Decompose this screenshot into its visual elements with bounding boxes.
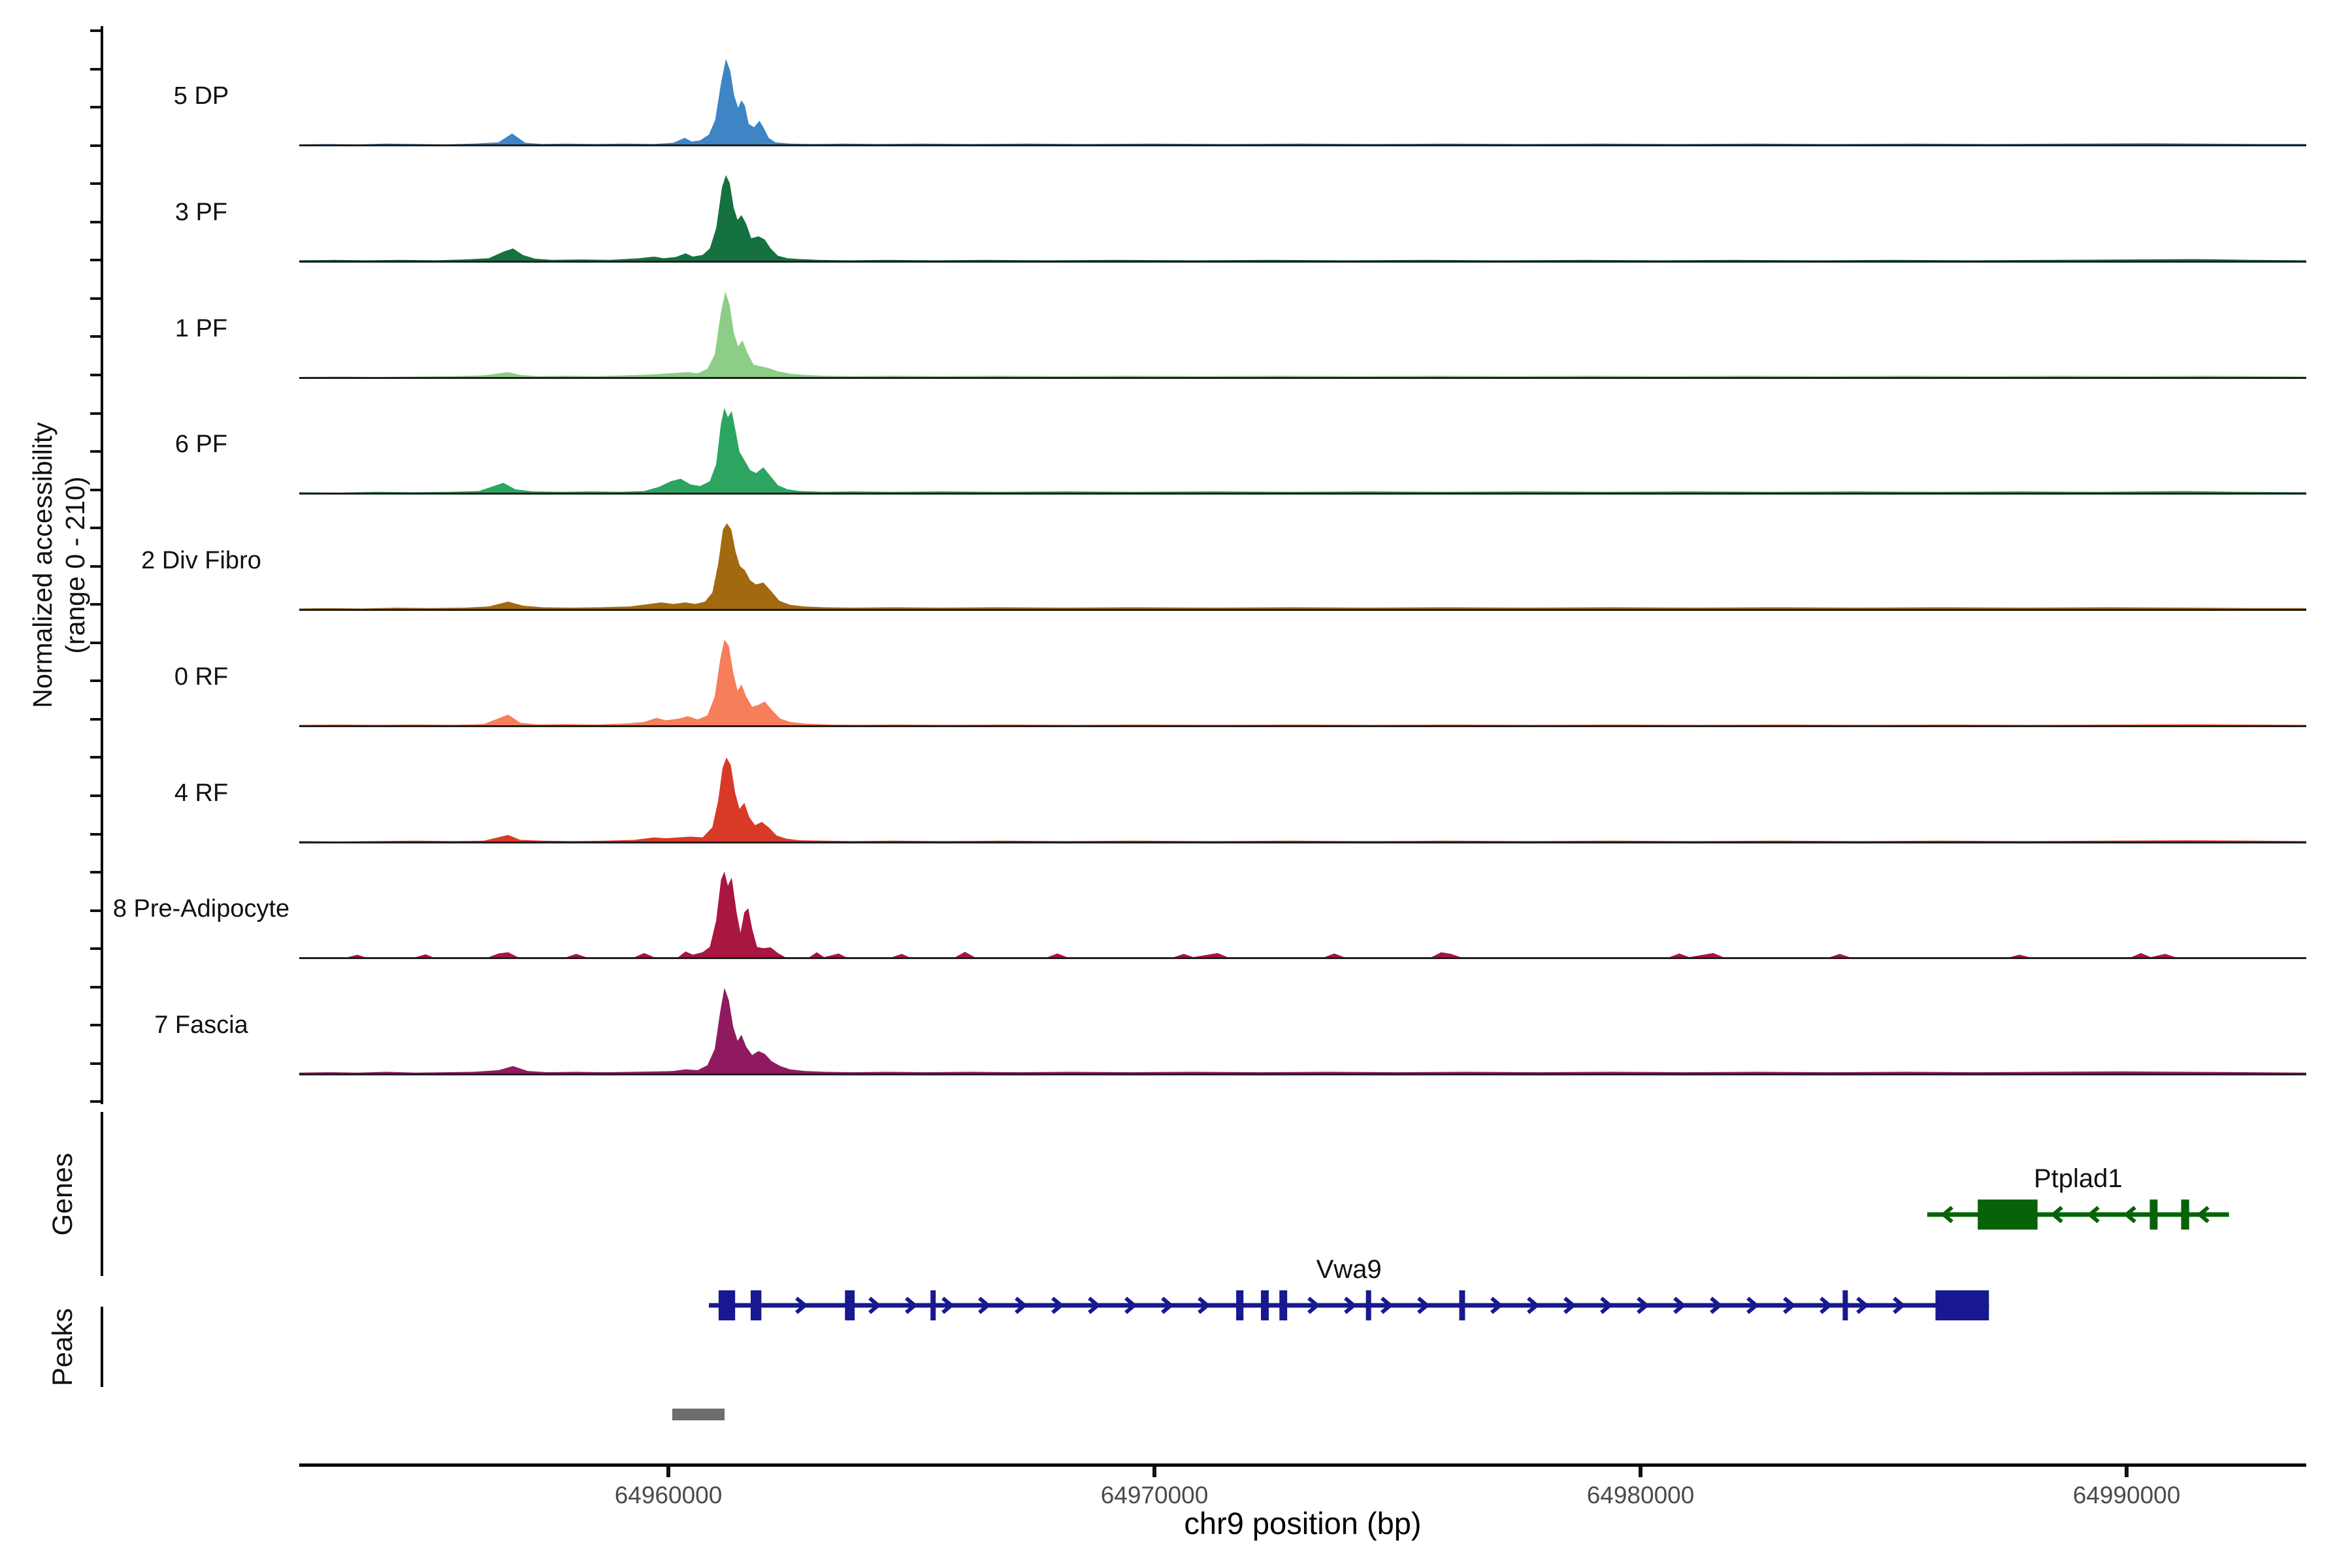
genome-browser-figure: Normalized accessibility (range 0 - 210)… (0, 0, 2352, 1568)
accessibility-axis-tick (90, 374, 101, 376)
accessibility-axis-tick (90, 642, 101, 644)
coverage-track-area (299, 279, 2306, 377)
x-axis-tick (666, 1467, 670, 1477)
coverage-track-area (299, 46, 2306, 144)
gene-label: Ptplad1 (2034, 1164, 2123, 1193)
accessibility-axis-tick (90, 1062, 101, 1065)
gene-Vwa9: Vwa9 (709, 1255, 1989, 1320)
accessibility-axis-tick (90, 106, 101, 108)
accessibility-axis-tick (90, 29, 101, 32)
accessibility-axis-tick (90, 489, 101, 491)
accessibility-axis-tick (90, 182, 101, 185)
x-axis-tick (1639, 1467, 1642, 1477)
track-baseline (299, 377, 2306, 379)
track-baseline (299, 493, 2306, 495)
peaks-section-label: Peaks (47, 1217, 84, 1478)
coverage-track-area (299, 975, 2306, 1073)
accessibility-axis-tick (90, 833, 101, 836)
accessibility-axis-tick (90, 565, 101, 568)
accessibility-axis-tick (90, 794, 101, 797)
gene-label: Vwa9 (1316, 1255, 1382, 1284)
track-baseline (299, 841, 2306, 843)
accessibility-axis-tick (90, 1024, 101, 1026)
coverage-track-area (299, 859, 2306, 957)
accessibility-axis-tick (90, 259, 101, 261)
accessibility-axis-tick (90, 871, 101, 874)
accessibility-axis-tick (90, 603, 101, 606)
coverage-track-area (299, 395, 2306, 493)
accessibility-axis-tick (90, 718, 101, 721)
accessibility-axis-tick (90, 450, 101, 453)
x-axis-line (299, 1463, 2306, 1467)
accessibility-axis-tick (90, 68, 101, 71)
accessibility-axis-tick (90, 527, 101, 529)
accessibility-axis-tick (90, 335, 101, 338)
accessibility-axis-tick (90, 909, 101, 912)
gene-Ptplad1: Ptplad1 (1927, 1164, 2229, 1230)
accessibility-axis-tick (90, 679, 101, 682)
track-baseline (299, 609, 2306, 611)
accessibility-axis-tick (90, 756, 101, 759)
track-baseline (299, 725, 2306, 727)
accessibility-axis-tick (90, 221, 101, 223)
track-baseline (299, 261, 2306, 263)
coverage-track-area (299, 163, 2306, 261)
track-baseline (299, 144, 2306, 146)
peak-region-bar (672, 1409, 725, 1420)
x-axis-tick (1152, 1467, 1156, 1477)
accessibility-axis-tick (90, 297, 101, 300)
accessibility-axis-tick (90, 1100, 101, 1103)
accessibility-axis-tick (90, 986, 101, 988)
coverage-track-area (299, 511, 2306, 609)
genes-axis-line (101, 1112, 103, 1276)
x-axis-tick (2125, 1467, 2129, 1477)
track-baseline (299, 957, 2306, 959)
x-axis-title: chr9 position (bp) (299, 1505, 2306, 1541)
peaks-axis-line (101, 1307, 103, 1387)
accessibility-axis-tick (90, 412, 101, 415)
accessibility-axis-tick (90, 144, 101, 147)
coverage-track-area (299, 627, 2306, 725)
coverage-track-area (299, 743, 2306, 841)
y-axis-label-line1: Normalized accessibility (26, 238, 59, 892)
track-baseline (299, 1073, 2306, 1075)
gene-models: Vwa9 Ptplad1 (299, 1111, 2306, 1385)
accessibility-axis-tick (90, 947, 101, 950)
